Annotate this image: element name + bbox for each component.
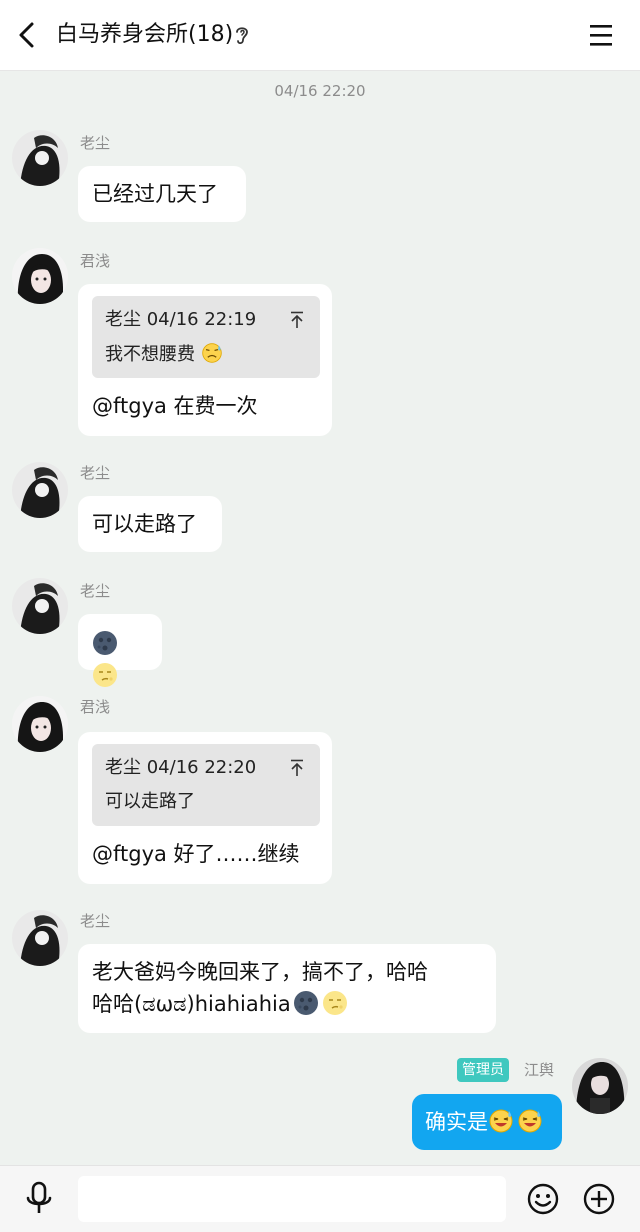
chat-title[interactable]: 白马养身会所(18) [56, 20, 233, 50]
avatar[interactable] [12, 248, 68, 304]
self-avatar[interactable] [572, 1058, 628, 1114]
chat-header: 白马养身会所(18) [0, 0, 640, 71]
avatar[interactable] [12, 696, 68, 752]
sender-name: 老尘 [80, 134, 111, 152]
sender-name: 老尘 [80, 912, 111, 930]
avatar[interactable] [12, 578, 68, 634]
self-sender-name: 江舆 [524, 1061, 555, 1079]
dark-moon-face-emoji [293, 991, 318, 1015]
avatar[interactable] [12, 910, 68, 966]
message-bubble[interactable]: 老大爸妈今晚回来了，搞不了，哈哈 哈哈(ಡωಡ)hiahiahia [78, 944, 496, 1033]
grin-sweat-emoji [518, 1109, 542, 1133]
quoted-text: 我不想腰费 [105, 342, 226, 367]
emoji-message-bubble[interactable] [78, 614, 162, 687]
avatar[interactable] [12, 462, 68, 518]
quoted-header: 老尘 04/16 22:19 [105, 309, 257, 330]
message-text: 已经过几天了 [92, 182, 218, 206]
chat-timestamp: 04/16 22:20 [274, 82, 366, 100]
sweat-face-emoji [202, 343, 222, 363]
chevron-left-icon[interactable] [12, 18, 44, 52]
input-bar [0, 1165, 640, 1232]
self-message-text: 确实是 [425, 1110, 488, 1134]
quoted-message[interactable]: 老尘 04/16 22:19 我不想腰费 [92, 296, 320, 378]
sender-name: 君浅 [80, 698, 111, 716]
message-bubble[interactable]: 可以走路了 [78, 496, 222, 552]
ear-icon[interactable] [233, 24, 251, 46]
message-text-line: 哈哈(ಡωಡ)hiahiahia [92, 988, 482, 1020]
quoted-text: 可以走路了 [105, 791, 195, 812]
reply-message-bubble[interactable]: 老尘 04/16 22:20 可以走路了 @ftgya 好了……继续 [78, 732, 332, 884]
emoji-picker-icon[interactable] [526, 1182, 560, 1216]
sender-name: 君浅 [80, 252, 111, 270]
microphone-icon[interactable] [22, 1180, 56, 1218]
admin-badge: 管理员 [457, 1058, 509, 1082]
message-input[interactable] [78, 1176, 506, 1222]
moon-face-emoji [322, 991, 347, 1015]
message-text: 可以走路了 [92, 512, 197, 536]
grin-sweat-emoji [489, 1109, 513, 1133]
self-message-bubble[interactable]: 确实是 [412, 1094, 562, 1150]
sender-name: 老尘 [80, 582, 111, 600]
scroll-to-top-icon[interactable] [288, 310, 306, 330]
scroll-to-top-icon[interactable] [288, 758, 306, 778]
moon-face-emoji [93, 663, 117, 687]
plus-icon[interactable] [582, 1182, 616, 1216]
quoted-text-content: 我不想腰费 [105, 344, 195, 365]
sender-name: 老尘 [80, 464, 111, 482]
reply-message-bubble[interactable]: 老尘 04/16 22:19 我不想腰费 @ftgya 在费一次 [78, 284, 332, 436]
message-text: @ftgya 好了……继续 [92, 842, 300, 866]
message-text-line: 老大爸妈今晚回来了，搞不了，哈哈 [92, 960, 428, 984]
avatar[interactable] [12, 130, 68, 186]
hamburger-menu-icon[interactable] [586, 20, 616, 50]
message-text: @ftgya 在费一次 [92, 394, 258, 418]
quoted-message[interactable]: 老尘 04/16 22:20 可以走路了 [92, 744, 320, 826]
quoted-header: 老尘 04/16 22:20 [105, 757, 257, 778]
dark-moon-face-emoji [93, 631, 117, 655]
message-bubble[interactable]: 已经过几天了 [78, 166, 246, 222]
message-text-tail: 哈哈(ಡωಡ)hiahiahia [92, 992, 291, 1016]
